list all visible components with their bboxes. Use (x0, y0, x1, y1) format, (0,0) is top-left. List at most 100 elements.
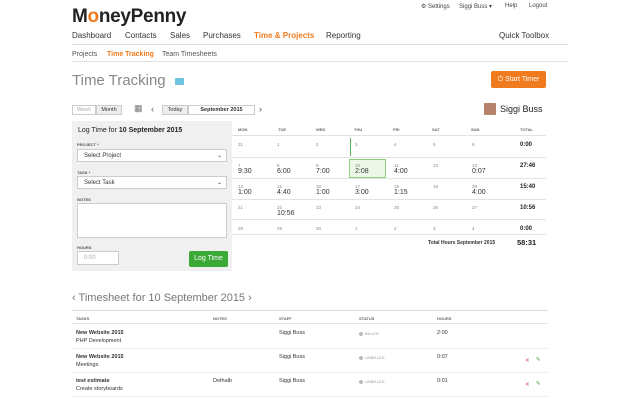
row-divider (72, 372, 548, 373)
day-header: MON (238, 127, 248, 132)
grid-line (232, 178, 546, 179)
user-menu[interactable]: Siggi Buss ▾ (459, 3, 492, 10)
day-hours: 1:15 (394, 189, 408, 196)
day-hours: 6:00 (277, 168, 291, 175)
period-display: September 2015 (188, 105, 255, 115)
task-label: TASK * (77, 170, 91, 175)
page-title: Time Tracking (72, 72, 184, 89)
log-time-form: Log Time for 10 September 2015 PROJECT *… (72, 121, 232, 271)
total-hours-value: 58:31 (517, 238, 537, 247)
week-total: 10:56 (520, 205, 536, 211)
task-hours: 0:07 (437, 354, 448, 360)
next-period-arrow[interactable]: › (259, 104, 262, 114)
task-name: PHP Development (76, 338, 122, 344)
day-number[interactable]: 21 (238, 205, 243, 210)
logout-link[interactable]: Logout (529, 3, 547, 9)
day-number[interactable]: 23 (316, 205, 321, 210)
video-icon[interactable] (174, 77, 184, 85)
task-notes: Dethalb (213, 378, 232, 384)
week-total: 27:46 (520, 163, 536, 169)
day-hours: 4:40 (277, 189, 291, 196)
day-number[interactable]: 3 (433, 226, 436, 231)
day-hours: 7:00 (316, 168, 330, 175)
subnav-team-timesheets[interactable]: Team Timesheets (162, 51, 217, 58)
task-staff: Siggi Buss (279, 354, 305, 360)
day-header: WED (316, 127, 326, 132)
log-time-button[interactable]: Log Time (189, 251, 228, 267)
day-number[interactable]: 2 (316, 142, 319, 147)
start-timer-button[interactable]: ⏻ Start Timer (491, 71, 546, 88)
day-number[interactable]: 12 (433, 163, 438, 168)
day-hours: 10:56 (277, 210, 295, 217)
day-number[interactable]: 30 (316, 226, 321, 231)
nav-contacts[interactable]: Contacts (125, 31, 157, 40)
notes-textarea[interactable] (77, 203, 227, 238)
task-staff: Siggi Buss (279, 330, 305, 336)
day-number[interactable]: 1 (277, 142, 280, 147)
settings-link[interactable]: ⚙ Settings (421, 3, 450, 10)
week-total: 0:00 (520, 142, 533, 148)
day-number[interactable]: 24 (355, 205, 360, 210)
day-number[interactable]: 31 (238, 142, 243, 147)
delete-icon[interactable]: ✕ (525, 358, 530, 364)
day-hours: 0:07 (472, 168, 486, 175)
grid-line (232, 199, 546, 200)
nav-sales[interactable]: Sales (170, 31, 190, 40)
day-number[interactable]: 27 (472, 205, 477, 210)
status-badge: UNBILLED (359, 355, 385, 360)
moneypenny-logo[interactable]: MoneyPenny (72, 6, 187, 28)
day-number[interactable]: 26 (433, 205, 438, 210)
day-hours: 9:30 (238, 168, 252, 175)
task-select[interactable]: Select Task ⌄ (77, 176, 227, 189)
subnav-projects[interactable]: Projects (72, 51, 97, 58)
subnav-time-tracking[interactable]: Time Tracking (107, 51, 154, 58)
grid-line (232, 157, 546, 158)
chevron-left-icon[interactable]: ‹ (72, 292, 76, 304)
edit-icon[interactable]: ✎ (536, 357, 541, 363)
hours-input[interactable]: 0:00 (77, 251, 119, 265)
quick-toolbox-link[interactable]: Quick Toolbox (499, 31, 549, 40)
day-number[interactable]: 2 (394, 226, 397, 231)
day-number[interactable]: 29 (277, 226, 282, 231)
day-number[interactable]: 4 (472, 226, 475, 231)
today-button[interactable]: Today (162, 105, 188, 115)
nav-time-projects[interactable]: Time & Projects (254, 31, 314, 40)
task-project[interactable]: New Website 2015 (76, 354, 124, 360)
col-status: STATUS (359, 316, 375, 321)
nav-reporting[interactable]: Reporting (326, 31, 361, 40)
nav-purchases[interactable]: Purchases (203, 31, 241, 40)
week-toggle[interactable]: Week (72, 105, 96, 115)
prev-period-arrow[interactable]: ‹ (151, 104, 154, 114)
task-project[interactable]: New Website 2015 (76, 330, 124, 336)
day-number[interactable]: 6 (472, 142, 475, 147)
chevron-down-icon: ⌄ (216, 153, 222, 159)
day-number[interactable]: 19 (433, 184, 438, 189)
subnav-divider (72, 61, 568, 62)
help-link[interactable]: Help (505, 3, 517, 9)
day-header: TUE (278, 127, 286, 132)
day-number[interactable]: 5 (433, 142, 436, 147)
calendar-icon[interactable]: ▦ (134, 103, 143, 114)
nav-dashboard[interactable]: Dashboard (72, 31, 111, 40)
day-number[interactable]: 28 (238, 226, 243, 231)
day-number[interactable]: 1 (355, 226, 358, 231)
table-header-line (72, 323, 548, 324)
day-number[interactable]: 4 (394, 142, 397, 147)
project-select[interactable]: Select Project ⌄ (77, 149, 227, 162)
timesheet-divider (72, 310, 548, 311)
task-project[interactable]: test estimate (76, 378, 110, 384)
delete-icon[interactable]: ✕ (525, 382, 530, 388)
day-number[interactable]: 25 (394, 205, 399, 210)
day-hours: 1:00 (238, 189, 252, 196)
task-name: Meetings (76, 362, 99, 368)
day-hours: 1:00 (316, 189, 330, 196)
col-tasks: TASKS (76, 316, 90, 321)
day-number[interactable]: 3 (355, 142, 358, 147)
edit-icon[interactable]: ✎ (536, 381, 541, 387)
timesheet-title: ‹ Timesheet for 10 September 2015 › (72, 292, 252, 304)
col-notes: NOTES (213, 316, 227, 321)
chevron-right-icon[interactable]: › (248, 292, 252, 304)
day-hours: 2:08 (355, 168, 369, 175)
hours-label: HOURS (77, 245, 92, 250)
month-toggle[interactable]: Month (96, 105, 122, 115)
